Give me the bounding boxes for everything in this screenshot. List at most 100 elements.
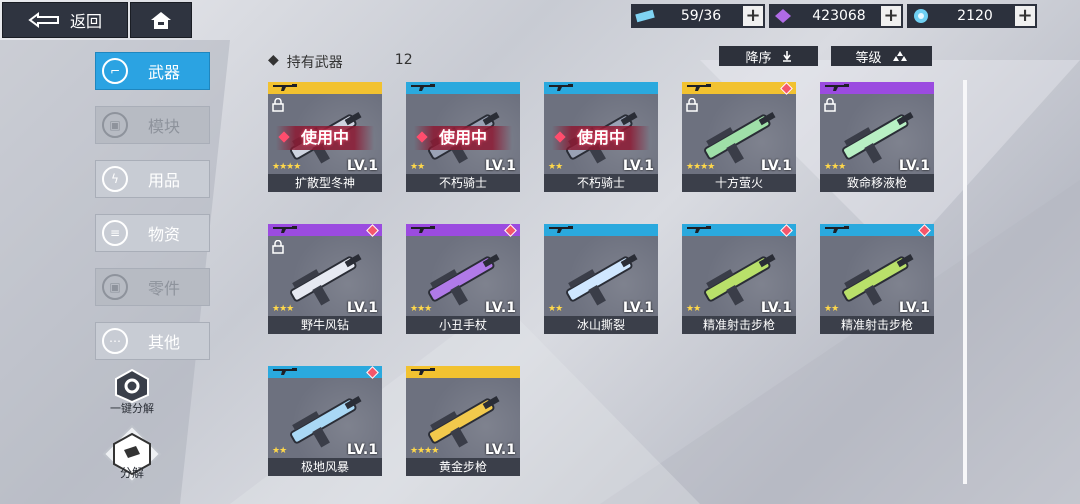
dismantle-button[interactable]: 分解: [102, 424, 162, 484]
sidebar-item-label: 零件: [148, 279, 181, 298]
weapon-level: LV.1: [484, 442, 516, 458]
star-rating: ★★: [686, 304, 701, 314]
weapon-card[interactable]: ★★ LV.1 冰山撕裂: [544, 224, 658, 334]
in-use-badge: 使用中: [552, 126, 650, 150]
weapon-name: 十方萤火: [682, 174, 796, 192]
weapon-card[interactable]: ★★ LV.1 精准射击步枪: [682, 224, 796, 334]
sidebar-item-label: 其他: [148, 333, 181, 352]
gun-icon: ⌐: [102, 58, 128, 84]
weapon-type-icon: [687, 84, 711, 91]
scrollbar[interactable]: [963, 80, 967, 484]
energy-value: 2120: [957, 8, 993, 24]
lock-icon[interactable]: [686, 98, 698, 112]
weapon-type-icon: [411, 226, 435, 233]
weapon-card[interactable]: ★★★ LV.1 小丑手杖: [406, 224, 520, 334]
lock-icon[interactable]: [272, 240, 284, 254]
weapon-card[interactable]: ★★ LV.1 精准射击步枪: [820, 224, 934, 334]
star-rating: ★★★: [272, 304, 294, 314]
weapon-type-icon: [273, 226, 297, 233]
sidebar-item-modules[interactable]: ▣ 模块: [95, 106, 210, 144]
energy-orb-icon: [907, 4, 935, 28]
sidebar-item-supplies[interactable]: ≡ 物资: [95, 214, 210, 252]
sidebar-item-parts[interactable]: ▣ 零件: [95, 268, 210, 306]
weapon-level: LV.1: [484, 158, 516, 174]
weapon-level: LV.1: [760, 300, 792, 316]
crystal-add-button[interactable]: +: [881, 6, 901, 26]
star-rating: ★★: [410, 162, 425, 172]
crystal-value: 423068: [812, 8, 866, 24]
weapon-type-icon: [549, 84, 573, 91]
weapon-name: 精准射击步枪: [820, 316, 934, 334]
weapon-level: LV.1: [898, 300, 930, 316]
weapon-name: 极地风暴: [268, 458, 382, 476]
dismantle-label: 分解: [119, 466, 144, 480]
in-use-badge: 使用中: [276, 126, 374, 150]
weapon-name: 扩散型冬神: [268, 174, 382, 192]
sidebar-item-items[interactable]: ϟ 用品: [95, 160, 210, 198]
weapon-level: LV.1: [622, 158, 654, 174]
weapon-level: LV.1: [898, 158, 930, 174]
lock-icon: ▣: [102, 274, 128, 300]
star-rating: ★★: [824, 304, 839, 314]
weapon-type-icon: [411, 84, 435, 91]
crystal-icon: [769, 4, 797, 28]
star-rating: ★★★★: [410, 446, 439, 456]
sort-down-icon: [782, 51, 791, 62]
sort-level-button[interactable]: 等级: [831, 46, 932, 66]
weapon-card[interactable]: ★★★ LV.1 野牛风钻: [268, 224, 382, 334]
lock-icon[interactable]: [272, 98, 284, 112]
weapon-name: 不朽骑士: [406, 174, 520, 192]
one-click-dismantle-button[interactable]: 一键分解: [110, 368, 154, 416]
weapon-card[interactable]: ★★★★ LV.1 黄金步枪: [406, 366, 520, 476]
weapon-level: LV.1: [760, 158, 792, 174]
back-arrow-icon: [28, 12, 59, 28]
weapon-level: LV.1: [346, 300, 378, 316]
sidebar-item-weapons[interactable]: ⌐ 武器: [95, 52, 210, 90]
sidebar-item-label: 物资: [148, 225, 181, 244]
sidebar-item-label: 武器: [148, 63, 181, 82]
weapon-type-icon: [825, 226, 849, 233]
stamina-add-button[interactable]: +: [743, 6, 763, 26]
in-use-badge: 使用中: [414, 126, 512, 150]
weapon-card[interactable]: 使用中 ★★★★ LV.1 扩散型冬神: [268, 82, 382, 192]
weapon-type-icon: [273, 84, 297, 91]
weapon-card[interactable]: 使用中 ★★ LV.1 不朽骑士: [406, 82, 520, 192]
weapon-name: 不朽骑士: [544, 174, 658, 192]
resource-stamina: 59/36 +: [631, 4, 765, 28]
back-button[interactable]: 返回: [2, 2, 128, 38]
weapon-level: LV.1: [346, 442, 378, 458]
held-weapons-header: ◆ 持有武器 12: [268, 52, 413, 72]
energy-add-button[interactable]: +: [1015, 6, 1035, 26]
weapon-card[interactable]: ★★★★ LV.1 十方萤火: [682, 82, 796, 192]
weapon-type-icon: [549, 226, 573, 233]
star-rating: ★★★★: [272, 162, 301, 172]
weapon-type-icon: [273, 368, 297, 375]
home-button[interactable]: [130, 2, 192, 38]
triangle-filter-icon: [892, 51, 907, 61]
lock-icon[interactable]: [824, 98, 836, 112]
weapon-card[interactable]: ★★ LV.1 极地风暴: [268, 366, 382, 476]
held-count: 12: [394, 52, 413, 68]
back-label: 返回: [69, 12, 102, 31]
resource-crystal: 423068 +: [769, 4, 903, 28]
sidebar-item-others[interactable]: ⋯ 其他: [95, 322, 210, 360]
stamina-icon: [631, 4, 659, 28]
hex-gear-icon: [115, 368, 149, 404]
weapon-level: LV.1: [484, 300, 516, 316]
lock-icon: ▣: [102, 112, 128, 138]
weapon-type-icon: [825, 84, 849, 91]
sidebar-item-label: 模块: [148, 117, 181, 136]
weapon-level: LV.1: [622, 300, 654, 316]
weapon-card[interactable]: ★★★ LV.1 致命移液枪: [820, 82, 934, 192]
weapon-card[interactable]: 使用中 ★★ LV.1 不朽骑士: [544, 82, 658, 192]
stamina-value: 59/36: [680, 8, 722, 24]
resource-energy: 2120 +: [907, 4, 1037, 28]
weapon-name: 小丑手杖: [406, 316, 520, 334]
lightning-icon: ϟ: [102, 166, 128, 192]
level-label: 等级: [855, 50, 882, 66]
sort-order-button[interactable]: 降序: [719, 46, 818, 66]
more-icon: ⋯: [102, 328, 128, 354]
sort-label: 降序: [745, 50, 772, 66]
sidebar-item-label: 用品: [148, 171, 181, 190]
weapon-name: 黄金步枪: [406, 458, 520, 476]
